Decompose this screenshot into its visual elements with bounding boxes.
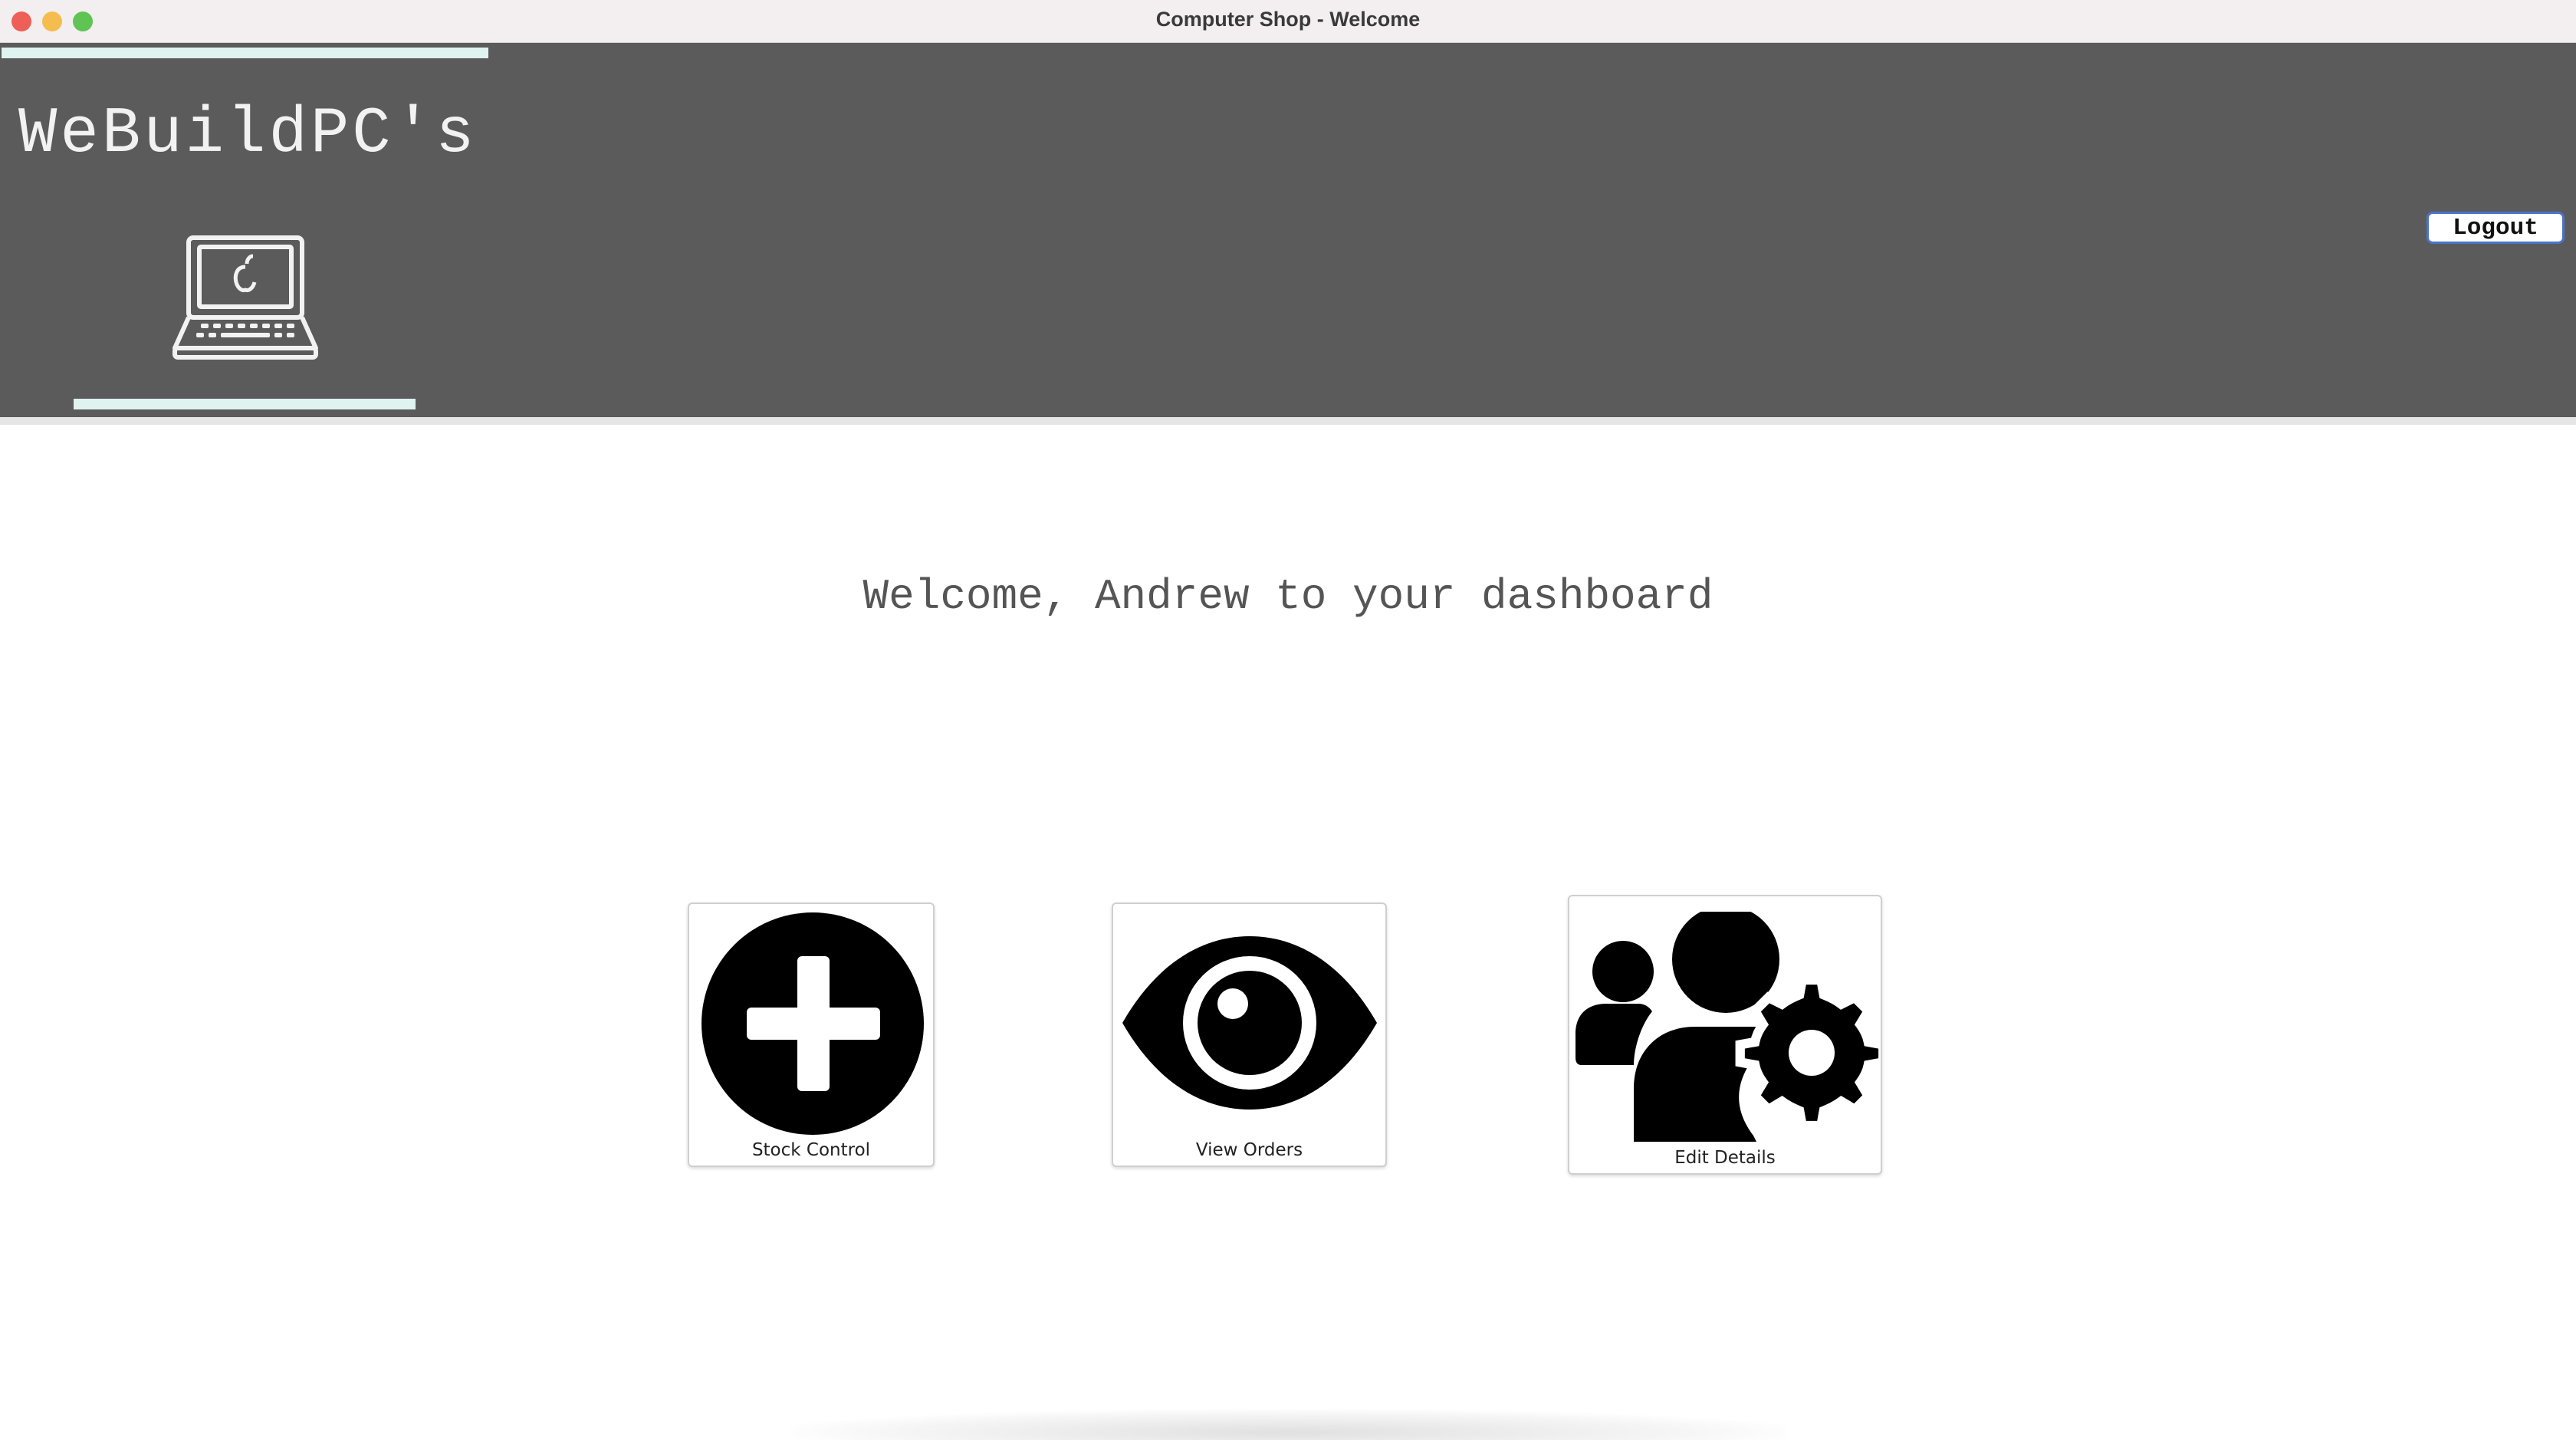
eye-icon	[1122, 936, 1377, 1110]
header-divider	[0, 417, 2576, 425]
plus-circle-icon	[702, 912, 924, 1135]
welcome-heading: Welcome, Andrew to your dashboard	[863, 572, 1714, 621]
stock-control-label: Stock Control	[751, 1140, 871, 1160]
window-titlebar: Computer Shop - Welcome	[0, 0, 2576, 43]
brand-accent-bar-top	[2, 48, 488, 58]
header-banner: WeBuildPC's Logout	[0, 43, 2576, 417]
edit-details-button[interactable]: Edit Details	[1568, 895, 1882, 1175]
brand-accent-bar-bottom	[74, 399, 416, 409]
view-orders-button[interactable]: View Orders	[1112, 902, 1387, 1167]
logout-button[interactable]: Logout	[2426, 212, 2564, 244]
edit-details-label: Edit Details	[1674, 1148, 1776, 1168]
stock-control-button[interactable]: Stock Control	[688, 902, 935, 1167]
window-title: Computer Shop - Welcome	[1155, 8, 1421, 31]
laptop-icon	[172, 235, 318, 360]
brand-title: WeBuildPC's	[18, 98, 478, 171]
users-gear-icon	[1576, 912, 1879, 1142]
dock-shadow	[790, 1409, 1786, 1440]
view-orders-label: View Orders	[1195, 1140, 1303, 1160]
